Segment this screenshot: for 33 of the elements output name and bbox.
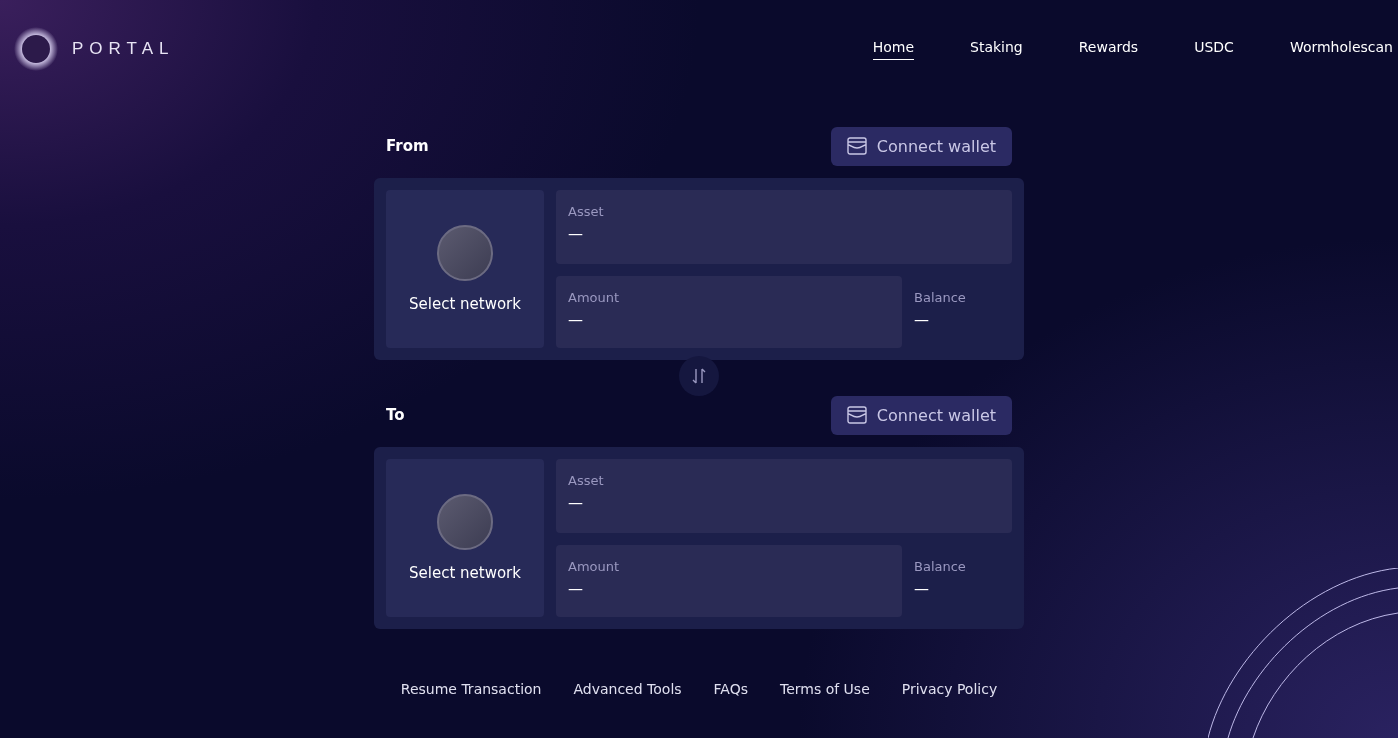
balance-label: Balance xyxy=(914,290,967,305)
nav-link[interactable]: Rewards xyxy=(1078,38,1139,60)
footer-link[interactable]: Terms of Use xyxy=(780,681,870,697)
balance-label: Balance xyxy=(914,559,967,574)
asset-field[interactable]: Asset — xyxy=(556,190,1012,264)
balance-value: — xyxy=(914,311,930,329)
balance-value: — xyxy=(914,580,930,598)
field-label: Amount xyxy=(568,290,621,305)
footer-link[interactable]: Privacy Policy xyxy=(901,681,998,697)
connect-wallet-button[interactable]: Connect wallet xyxy=(830,395,1012,435)
field-value: — xyxy=(568,580,584,598)
amount-field[interactable]: Amount — xyxy=(556,545,902,617)
select-network-button[interactable]: Select network xyxy=(386,190,544,348)
nav-link[interactable]: Staking xyxy=(970,38,1023,60)
logo-text: PORTAL xyxy=(72,39,175,59)
footer-link[interactable]: FAQs xyxy=(713,681,748,697)
section-title: From xyxy=(386,137,429,155)
footer-link[interactable]: Resume Transaction xyxy=(400,681,542,697)
field-label: Asset xyxy=(568,204,605,219)
asset-field[interactable]: Asset — xyxy=(556,459,1012,533)
field-value: — xyxy=(568,311,584,329)
footer-link[interactable]: Advanced Tools xyxy=(573,681,682,697)
connect-wallet-button[interactable]: Connect wallet xyxy=(830,126,1012,166)
select-network-button[interactable]: Select network xyxy=(386,459,544,617)
nav-link[interactable]: Home xyxy=(872,38,914,60)
amount-field[interactable]: Amount — xyxy=(556,276,902,348)
nav-link[interactable]: Wormholescan xyxy=(1289,38,1393,60)
field-value: — xyxy=(568,494,584,512)
nav-link[interactable]: USDC xyxy=(1194,38,1234,60)
field-label: Amount xyxy=(568,559,621,574)
field-value: — xyxy=(568,225,584,243)
section-title: To xyxy=(386,406,405,424)
field-label: Asset xyxy=(568,473,605,488)
